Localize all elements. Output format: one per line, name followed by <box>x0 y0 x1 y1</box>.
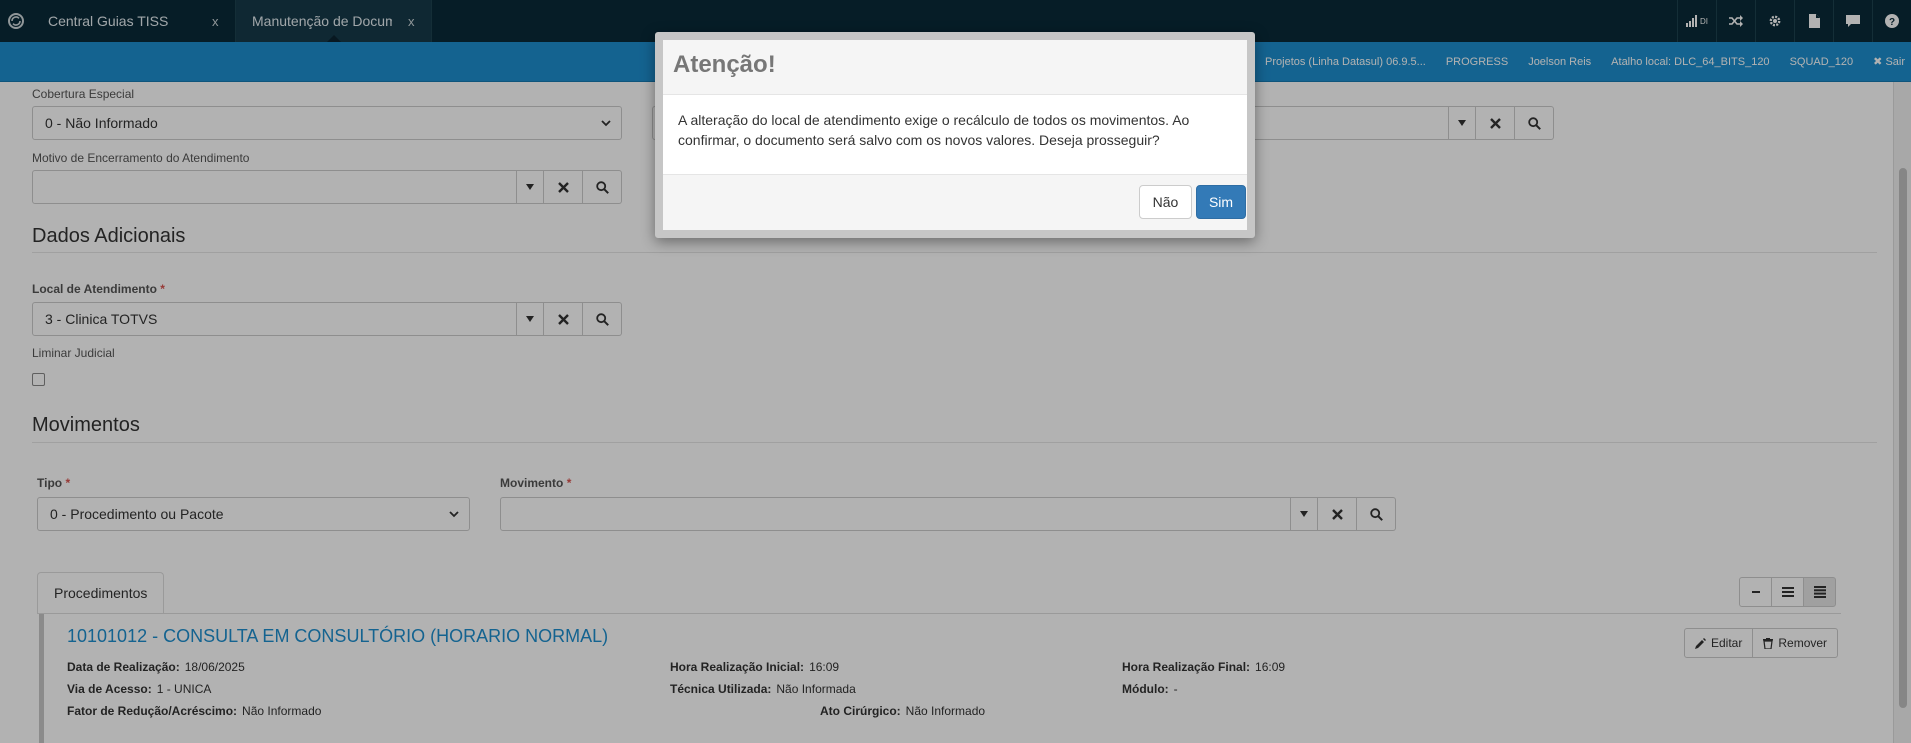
dialog-title: Atenção! <box>673 51 776 78</box>
dialog-header: Atenção! <box>663 40 1247 95</box>
confirm-dialog: Atenção! A alteração do local de atendim… <box>655 32 1255 238</box>
dialog-footer: Não Sim <box>663 175 1247 230</box>
yes-button[interactable]: Sim <box>1196 185 1246 219</box>
no-button[interactable]: Não <box>1139 185 1192 219</box>
dialog-message: A alteração do local de atendimento exig… <box>663 95 1247 175</box>
